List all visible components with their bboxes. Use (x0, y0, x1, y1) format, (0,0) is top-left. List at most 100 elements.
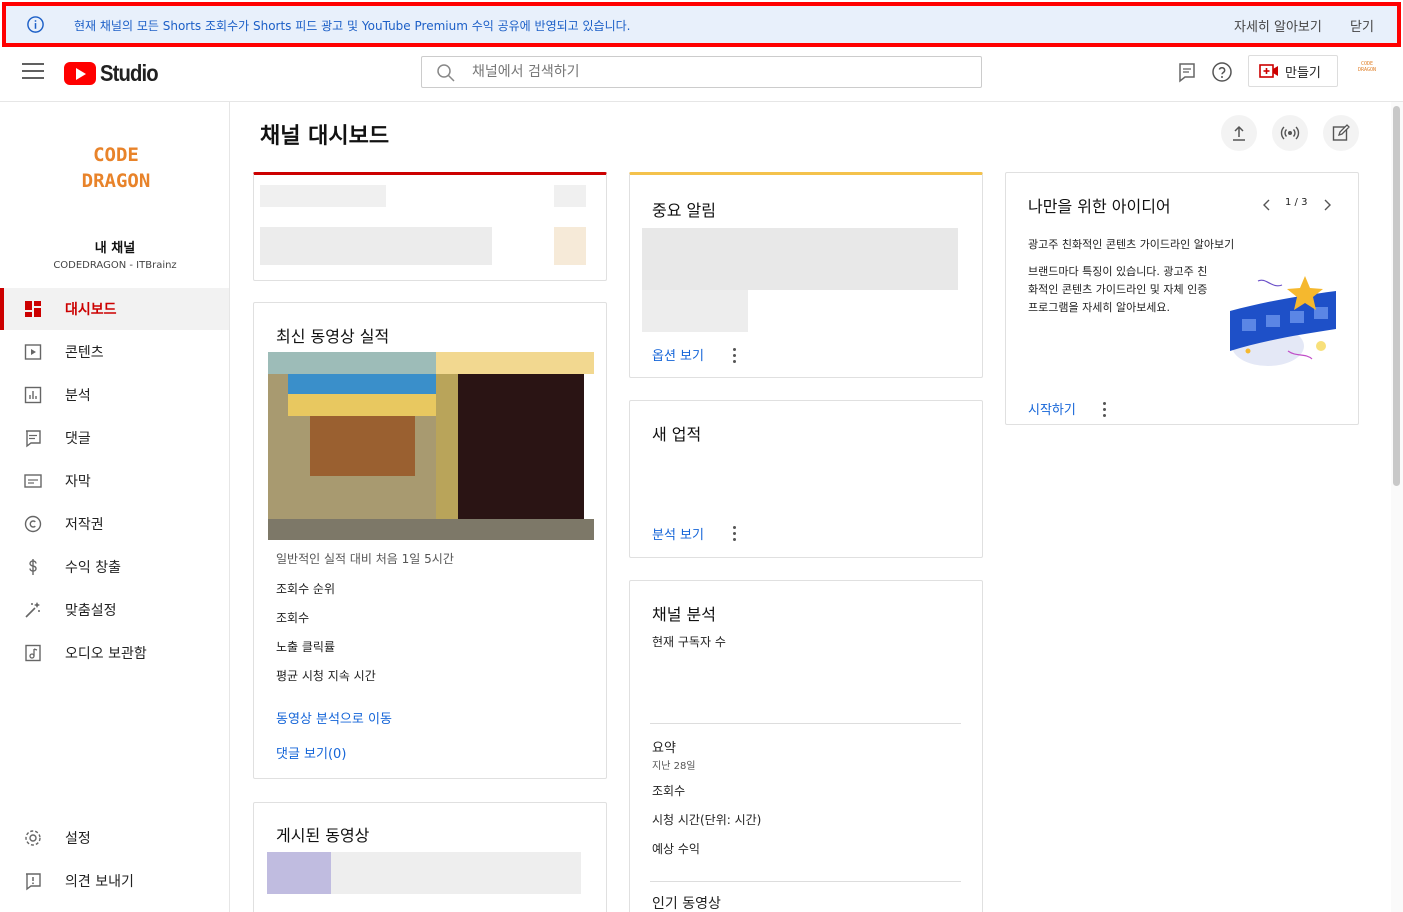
metric-avg-view-duration: 평균 시청 지속 시간 (276, 669, 376, 683)
idea-pager: 1 / 3 (1285, 197, 1308, 208)
copyright-icon (24, 515, 42, 533)
card-title: 중요 알림 (652, 201, 716, 220)
youtube-play-icon (64, 61, 96, 85)
current-subscribers-label: 현재 구독자 수 (652, 635, 726, 649)
go-to-video-analytics-link[interactable]: 동영상 분석으로 이동 (276, 708, 392, 727)
sidebar-item-subtitles[interactable]: 자막 (0, 460, 229, 502)
sidebar-item-label: 콘텐츠 (65, 345, 104, 361)
chevron-left-icon[interactable] (1262, 198, 1272, 212)
blurred-content (554, 227, 586, 265)
sidebar-item-feedback[interactable]: 의견 보내기 (0, 860, 229, 902)
summary-title: 요약 (652, 741, 676, 756)
youtube-studio-logo[interactable]: Studio (64, 59, 166, 87)
blurred-content (260, 227, 492, 265)
sidebar-item-customization[interactable]: 맞춤설정 (0, 589, 229, 631)
help-icon[interactable] (1211, 61, 1233, 83)
sidebar-item-content[interactable]: 콘텐츠 (0, 331, 229, 373)
announcement-banner-frame: 현재 채널의 모든 Shorts 조회수가 Shorts 피드 광고 및 You… (2, 2, 1401, 47)
summary-watch-time: 시청 시간(단위: 시간) (652, 813, 762, 827)
close-banner-button[interactable]: 닫기 (1350, 16, 1374, 35)
new-achievements-card: 새 업적 분석 보기 (629, 400, 983, 558)
live-broadcast-icon (1280, 126, 1300, 140)
summary-estimated-revenue: 예상 수익 (652, 842, 700, 856)
sidebar-item-label: 저작권 (65, 517, 104, 533)
account-avatar[interactable]: CODE DRAGON (1352, 61, 1382, 81)
channel-title: 내 채널 (94, 241, 136, 256)
settings-icon (25, 830, 41, 846)
ideas-card: 나만을 위한 아이디어 1 / 3 광고주 친화적인 콘텐츠 가이드라인 알아보… (1005, 172, 1359, 425)
upload-icon (1233, 125, 1245, 141)
chevron-right-icon[interactable] (1322, 198, 1332, 212)
menu-icon[interactable] (22, 63, 44, 83)
channel-analytics-card: 채널 분석 현재 구독자 수 요약 지난 28일 조회수 시청 시간(단위: 시… (629, 580, 983, 912)
search-bar[interactable] (421, 56, 982, 88)
info-icon (27, 16, 44, 33)
comments-icon (26, 430, 41, 448)
sidebar-item-audio-library[interactable]: 오디오 보관함 (0, 632, 229, 674)
channel-subtitle: CODEDRAGON - ITBrainz (53, 260, 177, 271)
upload-button[interactable] (1221, 115, 1257, 151)
card-title: 채널 분석 (652, 605, 716, 624)
more-options-icon[interactable] (1099, 402, 1109, 418)
top-videos-title: 인기 동영상 (652, 896, 721, 912)
sidebar-item-copyright[interactable]: 저작권 (0, 503, 229, 545)
sidebar-item-label: 맞춤설정 (65, 603, 117, 619)
channel-avatar[interactable]: CODE DRAGON (62, 142, 170, 198)
create-button[interactable]: 만들기 (1248, 55, 1338, 87)
customization-icon (25, 602, 40, 618)
summary-views: 조회수 (652, 784, 686, 798)
top-header: Studio 만들기 CODE DRAGON (0, 47, 1403, 102)
card-title: 새 업적 (652, 425, 702, 444)
blurred-content (642, 228, 958, 290)
latest-video-card: 최신 동영상 실적 일반적인 실적 대비 처음 1일 5시간 조회수 순위 조회… (253, 302, 607, 779)
view-analytics-link[interactable]: 분석 보기 (652, 524, 704, 543)
blurred-content (331, 852, 581, 894)
view-comments-link[interactable]: 댓글 보기(0) (276, 743, 346, 762)
analytics-icon (24, 386, 42, 404)
channel-logo-line1: CODE (93, 144, 139, 166)
view-options-link[interactable]: 옵션 보기 (652, 345, 704, 364)
messages-icon[interactable] (1176, 61, 1198, 83)
monetization-icon (29, 559, 37, 575)
important-alerts-card: 중요 알림 옵션 보기 (629, 172, 983, 378)
subtitles-icon (24, 474, 42, 488)
card-title: 나만을 위한 아이디어 (1028, 197, 1171, 216)
dashboard-icon (25, 301, 41, 317)
scrollbar-thumb[interactable] (1393, 106, 1400, 486)
blurred-content (642, 290, 748, 332)
go-live-button[interactable] (1272, 115, 1308, 151)
sidebar-item-label: 오디오 보관함 (65, 646, 147, 662)
get-started-link[interactable]: 시작하기 (1028, 399, 1076, 418)
create-button-label: 만들기 (1285, 65, 1321, 81)
more-options-icon[interactable] (729, 526, 739, 542)
search-icon (437, 64, 455, 82)
sidebar-item-analytics[interactable]: 분석 (0, 374, 229, 416)
create-post-button[interactable] (1323, 115, 1359, 151)
sidebar-item-dashboard[interactable]: 대시보드 (0, 288, 229, 330)
announcement-banner: 현재 채널의 모든 Shorts 조회수가 Shorts 피드 광고 및 You… (0, 0, 1403, 50)
performance-note: 일반적인 실적 대비 처음 1일 5시간 (276, 552, 454, 566)
sidebar-item-monetization[interactable]: 수익 창출 (0, 546, 229, 588)
card-title: 최신 동영상 실적 (276, 327, 390, 346)
sidebar-item-label: 의견 보내기 (65, 874, 134, 890)
video-thumbnail[interactable] (267, 852, 331, 894)
search-input[interactable] (472, 61, 952, 83)
divider (650, 881, 961, 882)
learn-more-link[interactable]: 자세히 알아보기 (1234, 16, 1322, 35)
sidebar-item-comments[interactable]: 댓글 (0, 417, 229, 459)
sidebar-item-settings[interactable]: 설정 (0, 817, 229, 859)
more-options-icon[interactable] (729, 348, 739, 364)
idea-subtitle: 광고주 친화적인 콘텐츠 가이드라인 알아보기 (1028, 238, 1235, 251)
sidebar-item-label: 설정 (65, 831, 91, 847)
blurred-content (260, 185, 386, 207)
banner-message: 현재 채널의 모든 Shorts 조회수가 Shorts 피드 광고 및 You… (74, 19, 631, 33)
video-thumbnail[interactable] (268, 352, 594, 540)
channel-logo-line2: DRAGON (81, 170, 151, 192)
content-icon (24, 344, 42, 360)
film-star-illustration (1230, 276, 1336, 366)
sidebar-item-label: 자막 (65, 474, 91, 490)
scrollbar-track[interactable] (1391, 102, 1403, 912)
page-title: 채널 대시보드 (260, 124, 390, 149)
sidebar-item-label: 댓글 (65, 431, 91, 447)
channel-summary-card (253, 172, 607, 281)
